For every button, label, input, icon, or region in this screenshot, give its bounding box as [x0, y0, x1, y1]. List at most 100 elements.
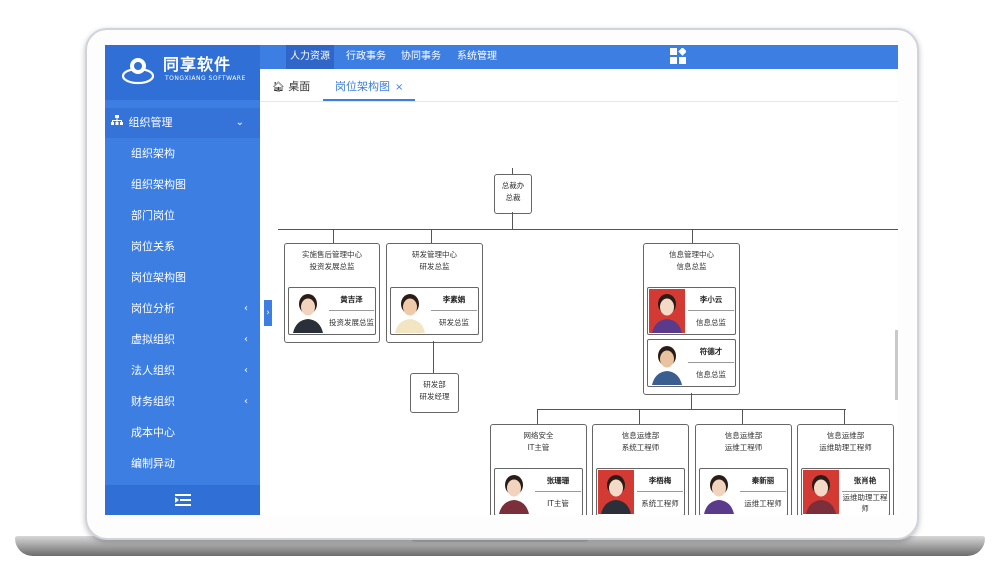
sidebar-item-label: 成本中心 [131, 426, 175, 439]
employee-name: 张肖艳 [842, 470, 888, 492]
position-title: 总裁 [505, 193, 521, 202]
sidebar-item-label: 法人组织 [131, 364, 175, 377]
employee-title: 系统工程师 [641, 498, 679, 508]
connector-line [512, 212, 513, 230]
tab-position-chart[interactable]: 岗位架构图 × [323, 69, 416, 101]
app-screen: 同享软件 TONGXIANG SOFTWARE 组织管理 ⌄ 组织架构组织架构图… [105, 45, 898, 515]
sidebar-item-label: 编制异动 [131, 457, 175, 470]
dept-name: 研发部 [423, 380, 446, 389]
connector-line [333, 229, 334, 243]
vertical-scrollbar[interactable] [895, 330, 898, 400]
sidebar-item[interactable]: 虚拟组织 ‹ [105, 324, 260, 355]
sidebar-item[interactable]: 岗位架构图 [105, 262, 260, 293]
connector-line [844, 409, 845, 424]
topnav-system[interactable]: 系统管理 [453, 45, 501, 69]
connector-line [431, 229, 432, 243]
menu-collapse-icon [174, 494, 191, 506]
employee-card[interactable]: 秦新丽 运维工程师 [699, 468, 788, 515]
position-title: 系统工程师 [621, 443, 660, 452]
org-node-rd-sub[interactable]: 研发部 研发经理 [410, 373, 459, 413]
topnav-admin[interactable]: 行政事务 [342, 45, 390, 69]
dept-name: 信息运维部 [724, 431, 763, 440]
employee-title: IT主管 [547, 498, 569, 508]
logo-subtext: TONGXIANG SOFTWARE [165, 75, 246, 82]
employee-card[interactable]: 李小云 信息总监 [647, 287, 736, 335]
logo-icon [122, 58, 154, 85]
chevron-down-icon: ⌄ [235, 117, 244, 128]
org-chart-canvas: 总裁办 总裁 实施售后管理中心 投资发展总监 黄吉泽 投资发展总监 研发管理中心 研发总监 李素… [272, 103, 898, 515]
employee-card[interactable]: 张肖艳 运维助理工程师 [801, 468, 890, 515]
employee-photo [598, 470, 634, 514]
employee-card[interactable]: 符德才 信息总监 [647, 339, 736, 387]
connector-line [538, 409, 846, 410]
sidebar-item[interactable]: 岗位分析 ‹ [105, 293, 260, 324]
employee-photo [496, 470, 532, 514]
sidebar-item[interactable]: 财务组织 ‹ [105, 386, 260, 417]
sidebar-item[interactable]: 成本中心 [105, 417, 260, 448]
position-title: 信息总监 [676, 262, 707, 271]
position-title: 运维工程师 [724, 443, 763, 452]
sidebar-item-label: 部门岗位 [131, 209, 175, 222]
sidebar-item-label: 岗位架构图 [131, 271, 186, 284]
dept-name: 实施售后管理中心 [302, 250, 362, 259]
employee-name: 李梧梅 [637, 470, 683, 492]
topnav-hr[interactable]: 人力资源 [286, 45, 334, 69]
dept-name: 研发管理中心 [412, 250, 457, 259]
employee-title: 运维助理工程师 [842, 493, 888, 513]
dept-name: 总裁办 [501, 181, 525, 190]
collapse-sidebar-button[interactable] [105, 485, 260, 515]
logo: 同享软件 TONGXIANG SOFTWARE [105, 45, 260, 100]
employee-title: 研发总监 [439, 317, 469, 327]
sidebar: 同享软件 TONGXIANG SOFTWARE 组织管理 ⌄ 组织架构组织架构图… [105, 45, 260, 515]
topnav-collab[interactable]: 协同事务 [397, 45, 445, 69]
chevron-left-icon: ‹ [244, 334, 248, 345]
sidebar-item[interactable]: 组织架构图 [105, 169, 260, 200]
sidebar-menu: 组织管理 ⌄ 组织架构 组织架构图 部门岗位 岗位关系 岗位架构图 岗位分析 ‹ 虚拟组织 ‹ 法… [105, 108, 260, 479]
sidebar-item-label: 岗位分析 [131, 302, 175, 315]
sidebar-item[interactable]: 部门岗位 [105, 200, 260, 231]
sidebar-item[interactable]: 法人组织 ‹ [105, 355, 260, 386]
employee-card[interactable]: 李梧梅 系统工程师 [596, 468, 685, 515]
sidebar-item[interactable]: 岗位关系 [105, 231, 260, 262]
top-navbar: 人力资源 行政事务 协同事务 系统管理 [260, 45, 898, 69]
employee-card[interactable]: 黄吉泽 投资发展总监 [288, 287, 376, 335]
employee-photo [392, 289, 428, 333]
org-node-root[interactable]: 总裁办 总裁 [494, 174, 532, 214]
tab-position-chart-label: 岗位架构图 [335, 80, 390, 93]
position-title: 投资发展总监 [309, 262, 355, 271]
org-tree-icon [111, 108, 125, 138]
sidebar-item-label: 财务组织 [131, 395, 175, 408]
position-title: 运维助理工程师 [819, 443, 872, 452]
sidebar-item[interactable]: 编制异动 [105, 448, 260, 479]
connector-line [537, 409, 538, 424]
employee-title: 信息总监 [696, 317, 726, 327]
employee-name: 李小云 [688, 289, 734, 311]
close-icon[interactable]: × [395, 82, 403, 93]
tab-home-label: 桌面 [288, 80, 311, 93]
employee-card[interactable]: 李素娟 研发总监 [390, 287, 479, 335]
chevron-left-icon: ‹ [244, 365, 248, 376]
connector-line [742, 409, 743, 424]
employee-name: 张珊珊 [535, 470, 581, 492]
employee-title: 投资发展总监 [329, 317, 374, 327]
tab-home[interactable]: 🏠︎ 桌面 [272, 69, 310, 101]
employee-name: 符德才 [688, 341, 734, 363]
sidebar-item[interactable]: 组织架构 [105, 138, 260, 169]
employee-photo [649, 341, 685, 385]
connector-line [692, 229, 693, 243]
menu-group-label: 组织管理 [128, 116, 173, 129]
employee-name: 秦新丽 [740, 470, 786, 492]
dept-name: 网络安全 [523, 431, 554, 440]
app-grid-icon[interactable] [670, 48, 686, 64]
sidebar-item-label: 岗位关系 [131, 240, 175, 253]
sidebar-toggle-handle[interactable]: › [264, 300, 272, 326]
employee-card[interactable]: 张珊珊 IT主管 [494, 468, 583, 515]
employee-photo [701, 470, 737, 514]
sidebar-item-label: 组织架构图 [131, 178, 186, 191]
chevron-left-icon: ‹ [244, 303, 248, 314]
logo-text: 同享软件 [163, 55, 232, 74]
employee-title: 信息总监 [696, 369, 726, 379]
dept-name: 信息运维部 [826, 431, 865, 440]
menu-group-org[interactable]: 组织管理 ⌄ [105, 108, 260, 138]
dept-name: 信息运维部 [621, 431, 660, 440]
